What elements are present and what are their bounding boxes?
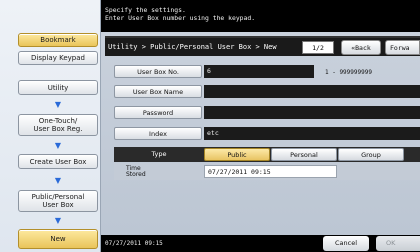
user-box-no-range: 1 - 999999999 (325, 69, 372, 76)
down-arrow-icon: ▼ (54, 141, 62, 150)
type-label: Type (151, 150, 167, 158)
cancel-button[interactable]: Cancel (323, 236, 369, 251)
down-arrow-icon: ▼ (54, 100, 62, 109)
time-stored-row: Time Stored 07/27/2011 09:15 (114, 163, 420, 180)
message-line-1: Specify the settings. (105, 6, 186, 14)
title-bar: Utility > Public/Personal User Box > New… (105, 36, 420, 56)
step-create-user-box[interactable]: Create User Box (18, 154, 98, 169)
instruction-message: Specify the settings. Enter User Box num… (101, 0, 420, 32)
password-button[interactable]: Password (114, 106, 202, 119)
time-label-line-2: Stored (126, 171, 146, 178)
clock: 07/27/2011 09:15 (105, 240, 163, 247)
step-new[interactable]: New (18, 229, 98, 249)
breadcrumb: Utility > Public/Personal User Box > New (108, 43, 277, 51)
user-box-name-button[interactable]: User Box Name (114, 85, 202, 98)
step-one-touch-user-box-reg[interactable]: One-Touch/ User Box Reg. (18, 114, 98, 136)
down-arrow-icon: ▼ (54, 176, 62, 185)
user-box-no-button[interactable]: User Box No. (114, 65, 202, 78)
type-personal-option[interactable]: Personal (271, 148, 337, 161)
display-keypad-button[interactable]: Display Keypad (18, 51, 98, 65)
user-box-name-field[interactable] (204, 85, 420, 98)
page-indicator: 1/2 (302, 41, 334, 54)
bottom-bar: 07/27/2011 09:15 Cancel OK (101, 235, 420, 252)
time-stored-value: 07/27/2011 09:15 (204, 165, 337, 178)
bookmark-button[interactable]: Bookmark (18, 33, 98, 47)
user-box-no-field[interactable]: 6 (204, 65, 314, 78)
forward-button[interactable]: Forwa (385, 40, 420, 55)
step-utility[interactable]: Utility (18, 80, 98, 95)
type-public-option[interactable]: Public (204, 148, 270, 161)
type-row: Type Public Personal Group (114, 147, 420, 162)
time-stored-label: Time Stored (126, 166, 146, 178)
step-public-personal-user-box[interactable]: Public/Personal User Box (18, 190, 98, 212)
message-line-2: Enter User Box number using the keypad. (105, 14, 256, 22)
back-button[interactable]: «Back (341, 40, 381, 55)
down-arrow-icon: ▼ (54, 216, 62, 225)
index-field[interactable]: etc (204, 127, 420, 140)
index-button[interactable]: Index (114, 127, 202, 140)
password-field[interactable] (204, 106, 420, 119)
ok-button[interactable]: OK (376, 236, 420, 251)
left-panel: Bookmark Display Keypad Utility ▼ One-To… (0, 0, 101, 252)
type-group-option[interactable]: Group (338, 148, 404, 161)
